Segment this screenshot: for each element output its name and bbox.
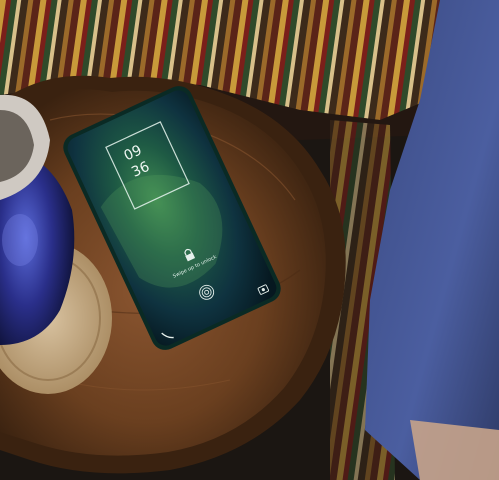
scene-graphic: 09 36 Swipe up to unlock bbox=[0, 0, 499, 480]
photo-scene: 09 36 Swipe up to unlock bbox=[0, 0, 499, 480]
